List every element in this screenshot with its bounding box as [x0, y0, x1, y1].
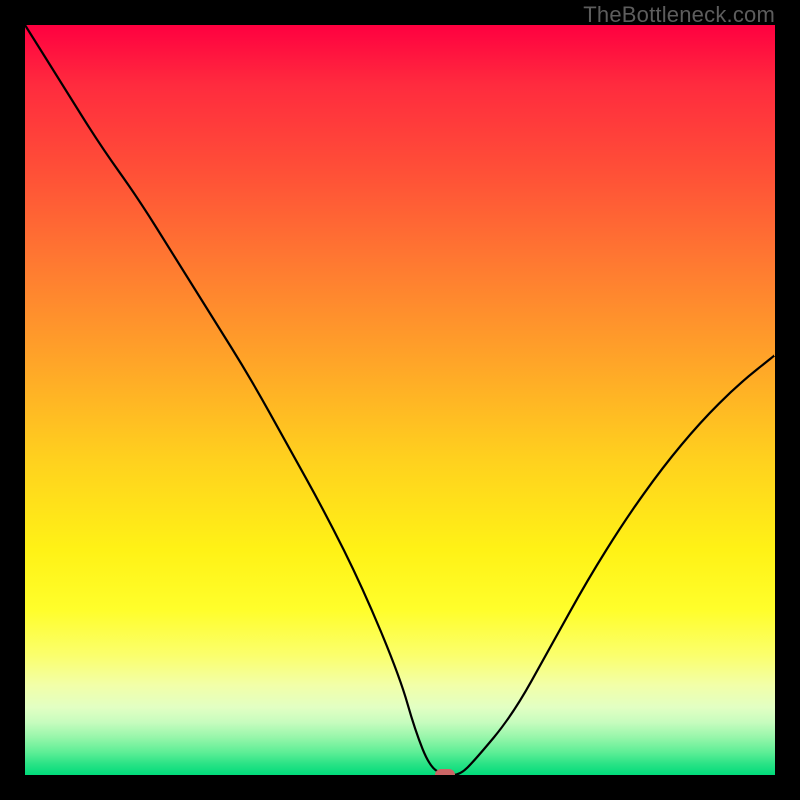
optimal-point-marker [435, 769, 455, 775]
plot-area [25, 25, 775, 775]
bottleneck-curve-path [25, 25, 775, 775]
chart-container: TheBottleneck.com [0, 0, 800, 800]
curve-layer [25, 25, 775, 775]
watermark-text: TheBottleneck.com [583, 2, 775, 28]
